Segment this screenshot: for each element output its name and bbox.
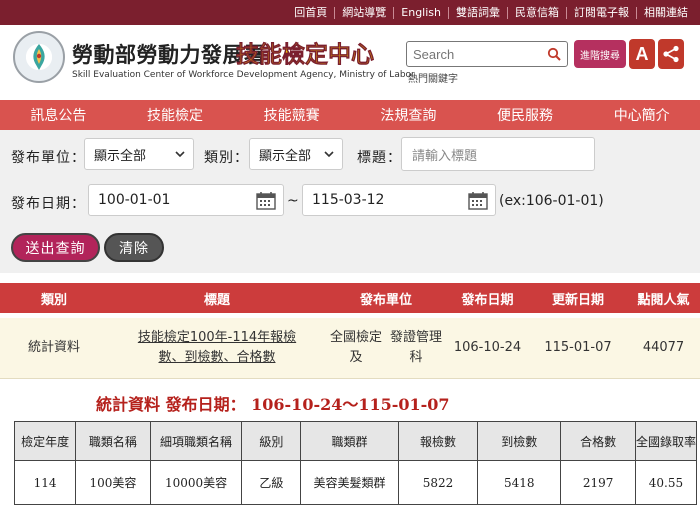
date-end-value: 115-03-12 (312, 192, 385, 208)
header-publish-date[interactable]: 發布日期 (446, 283, 529, 313)
row-update-date: 115-01-07 (544, 340, 612, 355)
unit-select-value: 顯示全部 (94, 148, 147, 164)
date-label: 發布日期： (11, 196, 86, 212)
unit-label: 發布單位： (11, 150, 86, 166)
stats-cell-passed: 2197 (560, 460, 636, 505)
stats-table: 檢定年度 職類名稱 細項職類名稱 級別 職類群 報檢數 到檢數 合格數 全國錄取… (13, 421, 698, 505)
date-format-hint: (ex:106-01-01) (499, 193, 604, 209)
header-category[interactable]: 類別 (0, 283, 108, 313)
nav-item-regulations[interactable]: 法規查詢 (350, 100, 467, 130)
nav-item-about[interactable]: 中心簡介 (583, 100, 700, 130)
unit-select[interactable]: 顯示全部 (84, 138, 194, 170)
submit-query-button[interactable]: 送出查詢 (11, 233, 100, 262)
stats-cell-sub-job: 10000美容 (149, 460, 243, 505)
nav-item-competition[interactable]: 技能競賽 (233, 100, 350, 130)
stats-cell-level: 乙級 (241, 460, 302, 505)
stats-header-row: 檢定年度 職類名稱 細項職類名稱 級別 職類群 報檢數 到檢數 合格數 全國錄取… (13, 421, 698, 461)
title-input[interactable]: 請輸入標題 (401, 137, 595, 171)
calendar-icon[interactable] (256, 191, 276, 210)
main-nav: 訊息公告 技能檢定 技能競賽 法規查詢 便民服務 中心簡介 (0, 100, 700, 130)
row-views: 44077 (642, 340, 685, 355)
date-start-value: 100-01-01 (98, 192, 171, 208)
site-header: 勞動部勞動力發展署 技能檢定中心 Skill Evaluation Center… (0, 25, 700, 100)
category-label: 類別： (204, 150, 249, 166)
stats-cell-pass-rate: 40.55 (634, 460, 698, 505)
calendar-icon[interactable] (468, 191, 488, 210)
category-select[interactable]: 顯示全部 (249, 138, 343, 170)
nav-item-services[interactable]: 便民服務 (467, 100, 584, 130)
english-link[interactable]: English (394, 6, 449, 19)
stats-title: 統計資料 發布日期： 106-10-24～115-01-07 (96, 395, 450, 414)
nav-item-skill-test[interactable]: 技能檢定 (117, 100, 234, 130)
row-title-text[interactable]: 技能檢定100年-114年報檢 數、到檢數、合格數 (138, 328, 296, 368)
row-title-link[interactable]: 技能檢定100年-114年報檢 數、到檢數、合格數 (108, 318, 326, 378)
glossary-link[interactable]: 雙語詞彙 (449, 6, 508, 19)
row-unit: 全國檢定及 發證管理科 (329, 330, 442, 365)
table-row: 114 100美容 10000美容 乙級 美容美髮類群 5822 5418 21… (13, 460, 698, 505)
center-name: 技能檢定中心 (236, 42, 375, 69)
stats-header-job-group: 職類群 (300, 421, 399, 461)
row-category: 統計資料 (27, 340, 80, 355)
category-select-value: 顯示全部 (259, 148, 312, 164)
sitemap-link[interactable]: 網站導覽 (335, 6, 395, 19)
stats-cell-job-group: 美容美髮類群 (300, 460, 399, 505)
stats-cell-year: 114 (13, 460, 77, 505)
share-button[interactable] (658, 39, 684, 69)
share-icon (663, 45, 679, 63)
nav-item-announcements[interactable]: 訊息公告 (0, 100, 117, 130)
chevron-down-icon (175, 151, 185, 158)
results-table-header: 類別 標題 發布單位 發布日期 更新日期 點閱人氣 (0, 283, 700, 313)
search-icon[interactable] (547, 47, 561, 61)
date-start-input[interactable]: 100-01-01 (88, 184, 284, 216)
header-title[interactable]: 標題 (108, 283, 326, 313)
stats-header-sub-job: 細項職類名稱 (149, 421, 243, 461)
table-row: 統計資料 技能檢定100年-114年報檢 數、到檢數、合格數 全國檢定及 發證管理科… (0, 318, 700, 379)
logo-emblem-icon (33, 44, 45, 70)
stats-header-job-name: 職類名稱 (75, 421, 151, 461)
stats-cell-job-name: 100美容 (75, 460, 151, 505)
stats-cell-attended: 5418 (477, 460, 562, 505)
agency-logo[interactable] (13, 31, 65, 83)
search-form: 發布單位： 顯示全部 類別： 顯示全部 標題： 請輸入標題 發布日期： 100-… (0, 130, 700, 273)
clear-button[interactable]: 清除 (104, 233, 164, 262)
header-unit[interactable]: 發布單位 (326, 283, 446, 313)
header-views[interactable]: 點閱人氣 (627, 283, 700, 313)
header-update-date[interactable]: 更新日期 (529, 283, 627, 313)
newsletter-link[interactable]: 訂閱電子報 (567, 6, 637, 19)
stats-header-attended: 到檢數 (477, 421, 562, 461)
chevron-down-icon (324, 151, 334, 158)
org-english-name: Skill Evaluation Center of Workforce Dev… (72, 70, 415, 80)
title-label: 標題： (357, 150, 402, 166)
home-link[interactable]: 回首頁 (287, 6, 336, 19)
font-size-button[interactable]: A (629, 39, 655, 69)
stats-header-year: 檢定年度 (13, 421, 77, 461)
stats-header-registered: 報檢數 (397, 421, 479, 461)
stats-header-passed: 合格數 (560, 421, 636, 461)
search-input[interactable] (407, 42, 537, 66)
row-publish-date: 106-10-24 (453, 340, 522, 355)
date-end-input[interactable]: 115-03-12 (302, 184, 496, 216)
mailbox-link[interactable]: 民意信箱 (508, 6, 567, 19)
related-links-link[interactable]: 相關連結 (637, 6, 688, 19)
top-utility-bar: 回首頁 網站導覽 English 雙語詞彙 民意信箱 訂閱電子報 相關連結 (0, 0, 700, 25)
stats-header-level: 級別 (241, 421, 302, 461)
stats-cell-registered: 5822 (397, 460, 479, 505)
search-box (406, 41, 568, 67)
date-separator: ~ (287, 193, 300, 209)
advanced-search-button[interactable]: 進階搜尋 (574, 40, 626, 68)
stats-header-pass-rate: 全國錄取率 (634, 421, 698, 461)
hot-keywords-label: 熱門關鍵字 (408, 74, 458, 85)
